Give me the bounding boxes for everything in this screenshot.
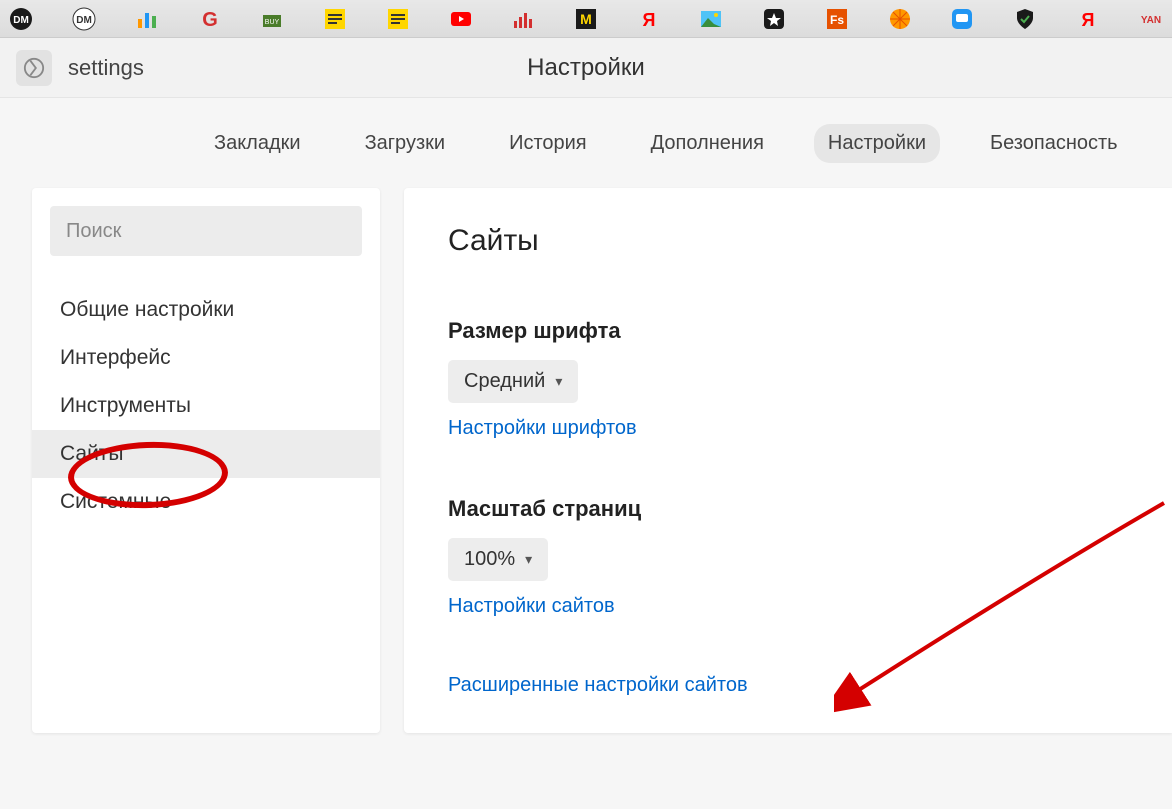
settings-content: Сайты Размер шрифта Средний ▾ Настройки … bbox=[404, 188, 1172, 733]
chevron-down-icon: ▾ bbox=[525, 551, 532, 568]
page-zoom-section: Масштаб страниц 100% ▾ Настройки сайтов bbox=[448, 496, 1128, 618]
content-title: Сайты bbox=[448, 224, 1128, 258]
bookmark-orange-icon[interactable] bbox=[886, 5, 913, 33]
nav-passwords[interactable]: Пароли и карты bbox=[1168, 101, 1172, 186]
page-zoom-select[interactable]: 100% ▾ bbox=[448, 538, 548, 581]
bookmark-shield-icon[interactable] bbox=[1012, 5, 1039, 33]
font-size-select[interactable]: Средний ▾ bbox=[448, 360, 578, 403]
bookmark-chat-icon[interactable] bbox=[949, 5, 976, 33]
bookmark-yellow2-icon[interactable] bbox=[384, 5, 411, 33]
page-zoom-value: 100% bbox=[464, 548, 515, 571]
bookmark-youtube-icon[interactable] bbox=[447, 5, 474, 33]
svg-text:DM: DM bbox=[76, 15, 92, 26]
svg-text:Я: Я bbox=[642, 10, 655, 30]
font-settings-link[interactable]: Настройки шрифтов bbox=[448, 417, 637, 439]
settings-sidebar: Общие настройки Интерфейс Инструменты Са… bbox=[32, 188, 380, 733]
svg-text:G: G bbox=[202, 9, 218, 31]
bookmark-dm-dark-icon[interactable]: DM bbox=[8, 5, 35, 33]
svg-text:BUY: BUY bbox=[265, 19, 280, 26]
bookmark-chart-icon[interactable] bbox=[133, 5, 160, 33]
page-heading: Настройки bbox=[527, 54, 645, 82]
nav-extensions[interactable]: Дополнения bbox=[637, 124, 778, 163]
bookmark-yan-icon[interactable]: YAN bbox=[1137, 5, 1164, 33]
nav-settings[interactable]: Настройки bbox=[814, 124, 940, 163]
sidebar-item-interface[interactable]: Интерфейс bbox=[32, 334, 380, 382]
site-settings-link[interactable]: Настройки сайтов bbox=[448, 595, 615, 617]
nav-history[interactable]: История bbox=[495, 124, 601, 163]
bookmark-g-icon[interactable]: G bbox=[196, 5, 223, 33]
sidebar-item-tools[interactable]: Инструменты bbox=[32, 382, 380, 430]
tab-bar: settings Настройки bbox=[0, 38, 1172, 98]
page-zoom-label: Масштаб страниц bbox=[448, 496, 1128, 522]
bookmark-yandex1-icon[interactable]: Я bbox=[635, 5, 662, 33]
bookmarks-bar: DM DM G BUY M Я Fs Я bbox=[0, 0, 1172, 38]
svg-text:DM: DM bbox=[14, 15, 30, 26]
advanced-site-settings-link[interactable]: Расширенные настройки сайтов bbox=[448, 674, 748, 696]
chevron-down-icon: ▾ bbox=[555, 373, 562, 390]
sidebar-item-system[interactable]: Системные bbox=[32, 478, 380, 526]
nav-security[interactable]: Безопасность bbox=[976, 124, 1132, 163]
bookmark-yellow1-icon[interactable] bbox=[322, 5, 349, 33]
bookmark-m-icon[interactable]: M bbox=[573, 5, 600, 33]
font-size-value: Средний bbox=[464, 370, 545, 393]
bookmark-star-icon[interactable] bbox=[761, 5, 788, 33]
svg-text:M: M bbox=[580, 11, 592, 27]
sidebar-item-sites[interactable]: Сайты bbox=[32, 430, 380, 478]
sidebar-item-general[interactable]: Общие настройки bbox=[32, 286, 380, 334]
tab-favicon-icon[interactable] bbox=[16, 50, 52, 86]
svg-text:Fs: Fs bbox=[830, 13, 844, 27]
svg-text:YAN: YAN bbox=[1140, 15, 1160, 26]
font-size-section: Размер шрифта Средний ▾ Настройки шрифто… bbox=[448, 318, 1128, 440]
search-input[interactable] bbox=[50, 206, 362, 256]
bookmark-bars-icon[interactable] bbox=[510, 5, 537, 33]
bookmark-buy-icon[interactable]: BUY bbox=[259, 5, 286, 33]
tab-title[interactable]: settings bbox=[68, 55, 144, 81]
nav-bookmarks[interactable]: Закладки bbox=[200, 124, 315, 163]
bookmark-fs-icon[interactable]: Fs bbox=[824, 5, 851, 33]
svg-text:Я: Я bbox=[1081, 10, 1094, 30]
bookmark-dm-light-icon[interactable]: DM bbox=[71, 5, 98, 33]
font-size-label: Размер шрифта bbox=[448, 318, 1128, 344]
nav-downloads[interactable]: Загрузки bbox=[351, 124, 460, 163]
bookmark-yandex2-icon[interactable]: Я bbox=[1074, 5, 1101, 33]
top-nav: Закладки Загрузки История Дополнения Нас… bbox=[0, 98, 1172, 188]
bookmark-image-icon[interactable] bbox=[698, 5, 725, 33]
